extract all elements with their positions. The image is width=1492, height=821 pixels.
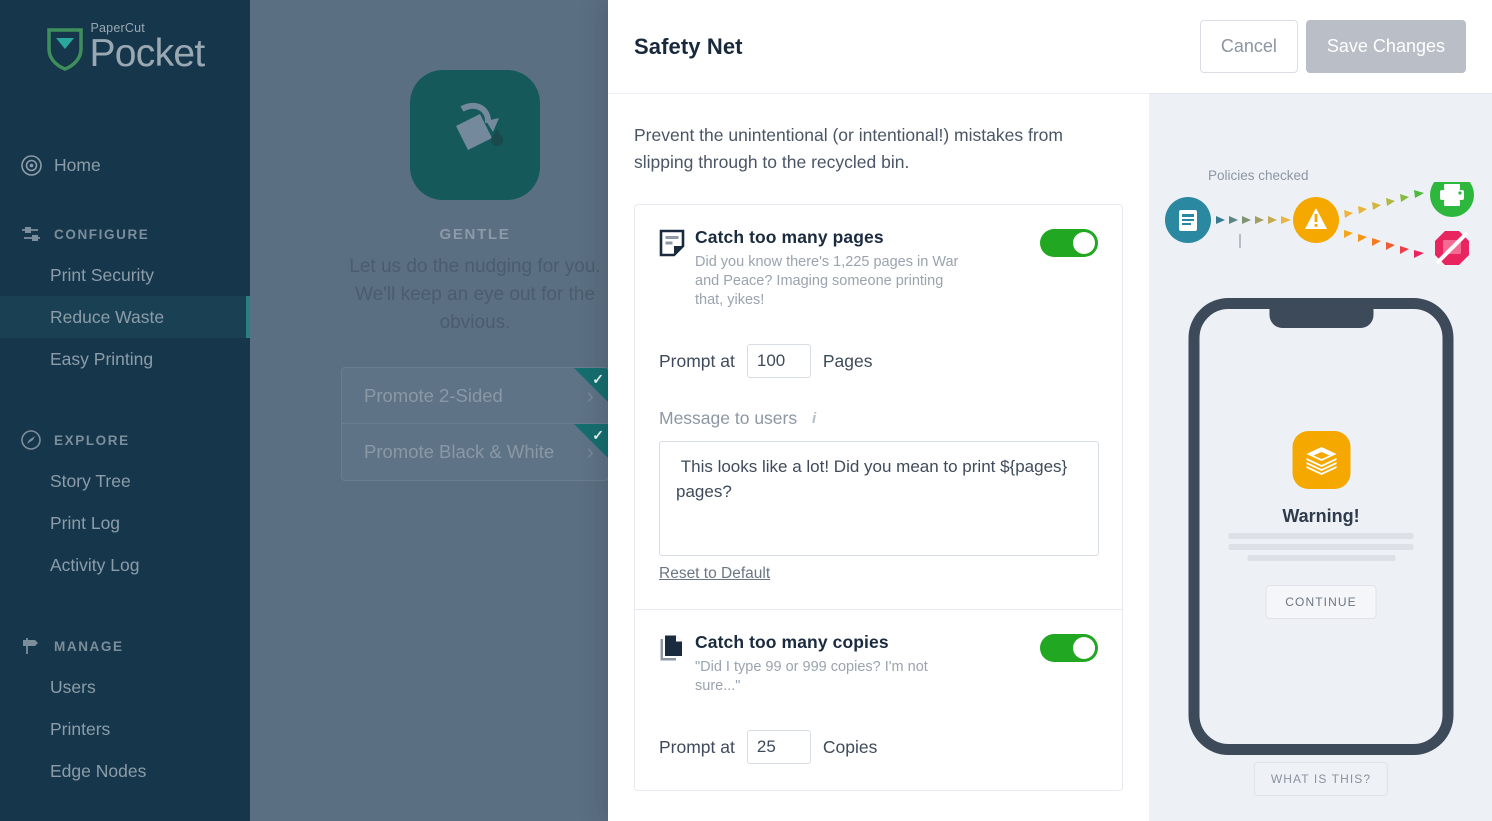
what-is-this-button[interactable]: WHAT IS THIS? [1253, 762, 1389, 796]
section-title: Catch too many pages [695, 227, 884, 247]
signpost-icon [18, 633, 44, 659]
prompt-suffix-label: Pages [822, 350, 873, 371]
sidebar-group-manage: MANAGE [0, 626, 250, 666]
sidebar-group-configure: CONFIGURE [0, 214, 250, 254]
settings-form-column: Prevent the unintentional (or intentiona… [608, 93, 1150, 821]
sidebar-item-label-print-log: Print Log [50, 512, 121, 533]
sidebar-item-print-security[interactable]: Print Security [0, 254, 250, 296]
background-description: Let us do the nudging for you. We'll kee… [349, 256, 601, 333]
flow-arrows-left [1216, 216, 1291, 224]
section-title: Catch too many copies [695, 632, 889, 652]
page-title: Safety Net [634, 33, 743, 59]
policy-flow-diagram [1165, 182, 1474, 265]
app-root: PaperCut Pocket Home CONFIGURE Print Sec… [0, 0, 1492, 821]
phone-mockup: Warning! CONTINUE [1188, 298, 1454, 755]
sidebar-item-label-reduce-waste: Reduce Waste [50, 306, 165, 327]
prompt-row-pages: Prompt at Pages [659, 344, 1098, 378]
settings-card: Catch too many pages Did you know there'… [634, 204, 1123, 791]
compass-icon [18, 427, 44, 453]
sidebar-item-printers[interactable]: Printers [0, 708, 250, 750]
prompt-prefix-label: Prompt at [659, 350, 735, 371]
prompt-row-copies: Prompt at Copies [659, 730, 1098, 764]
sidebar-item-label-edge-nodes: Edge Nodes [50, 760, 147, 781]
sidebar-item-reduce-waste[interactable]: Reduce Waste [0, 296, 250, 338]
copies-threshold-input[interactable] [746, 730, 811, 764]
sidebar-item-activity-log[interactable]: Activity Log [0, 544, 250, 586]
background-card-promote-2-sided[interactable]: Promote 2-Sided › ✓ [342, 368, 608, 424]
skeleton-line [1247, 555, 1395, 561]
info-icon[interactable]: i [807, 410, 821, 427]
sidebar-item-label-home: Home [54, 154, 101, 175]
panel-body: Prevent the unintentional (or intentiona… [608, 93, 1492, 821]
flow-arrows-block [1344, 230, 1424, 258]
policies-checked-label: Policies checked [1208, 168, 1309, 183]
message-to-users-label: Message to users [659, 408, 798, 428]
prompt-suffix-label: Copies [822, 736, 878, 757]
watering-can-icon [456, 102, 503, 150]
pages-threshold-input[interactable] [746, 344, 811, 378]
sidebar-group-label-configure: CONFIGURE [54, 226, 150, 242]
flow-arrows-allow [1344, 190, 1424, 218]
background-level-label: GENTLE [439, 226, 511, 243]
background-card-label: Promote 2-Sided [364, 384, 503, 406]
sidebar-item-users[interactable]: Users [0, 666, 250, 708]
sidebar-item-label-printers: Printers [50, 718, 111, 739]
panel-header: Safety Net Cancel Save Changes [608, 0, 1492, 93]
toggle-knob [1073, 637, 1095, 659]
sidebar-item-print-log[interactable]: Print Log [0, 502, 250, 544]
cancel-button[interactable]: Cancel [1199, 20, 1298, 73]
preview-column: Policies checked Warning! CONTINUE WHAT … [1150, 93, 1492, 821]
home-radar-icon [18, 152, 44, 178]
blocked-node-icon [1435, 231, 1469, 265]
section-subtitle: "Did I type 99 or 999 copies? I'm not su… [695, 659, 928, 694]
sliders-icon [18, 221, 44, 247]
document-lines-icon [659, 227, 693, 262]
watering-can-tile [410, 70, 540, 200]
skeleton-line [1228, 544, 1414, 550]
sidebar: PaperCut Pocket Home CONFIGURE Print Sec… [0, 0, 250, 821]
sidebar-group-label-explore: EXPLORE [54, 432, 130, 448]
background-card-promote-black-and-white[interactable]: Promote Black & White › ✓ [342, 424, 608, 480]
paper-stack-icon [1292, 431, 1350, 489]
background-card-list: Promote 2-Sided › ✓ Promote Black & Whit… [341, 367, 609, 481]
papercut-shield-icon [47, 28, 84, 72]
sidebar-item-label-activity-log: Activity Log [50, 554, 140, 575]
logo-main-text: Pocket [89, 31, 205, 75]
safety-net-panel: Safety Net Cancel Save Changes Prevent t… [608, 0, 1492, 821]
background-card-label: Promote Black & White [364, 441, 555, 462]
panel-intro-text: Prevent the unintentional (or intentiona… [634, 125, 1063, 172]
sidebar-item-label-easy-printing: Easy Printing [50, 348, 154, 369]
skeleton-line [1228, 533, 1414, 539]
phone-continue-button[interactable]: CONTINUE [1265, 585, 1377, 619]
sidebar-item-label-users: Users [50, 676, 96, 697]
message-to-users-label-row: Message to users i [659, 408, 1098, 429]
check-icon: ✓ [592, 371, 604, 387]
sidebar-item-edge-nodes[interactable]: Edge Nodes [0, 750, 250, 792]
toggle-catch-too-many-pages[interactable] [1040, 229, 1098, 257]
reset-to-default-link[interactable]: Reset to Default [659, 565, 770, 583]
prompt-prefix-label: Prompt at [659, 736, 735, 757]
toggle-catch-too-many-copies[interactable] [1040, 634, 1098, 662]
sidebar-item-story-tree[interactable]: Story Tree [0, 460, 250, 502]
message-to-users-textarea[interactable] [659, 441, 1099, 556]
copies-icon [659, 632, 693, 667]
sidebar-item-label-story-tree: Story Tree [50, 470, 131, 491]
sidebar-group-label-manage: MANAGE [54, 638, 124, 654]
sidebar-group-explore: EXPLORE [0, 420, 250, 460]
section-catch-too-many-copies: Catch too many copies "Did I type 99 or … [635, 610, 1122, 790]
check-icon: ✓ [592, 427, 604, 443]
section-subtitle: Did you know there's 1,225 pages in War … [695, 254, 959, 308]
section-catch-too-many-pages: Catch too many pages Did you know there'… [635, 205, 1122, 610]
sidebar-item-easy-printing[interactable]: Easy Printing [0, 338, 250, 380]
save-changes-button[interactable]: Save Changes [1305, 20, 1466, 73]
app-logo[interactable]: PaperCut Pocket [0, 22, 250, 75]
toggle-knob [1073, 232, 1095, 254]
phone-warning-title: Warning! [1282, 506, 1360, 526]
sidebar-item-label-print-security: Print Security [50, 264, 155, 285]
header-actions: Cancel Save Changes [1199, 20, 1466, 73]
sidebar-item-home[interactable]: Home [0, 144, 250, 186]
